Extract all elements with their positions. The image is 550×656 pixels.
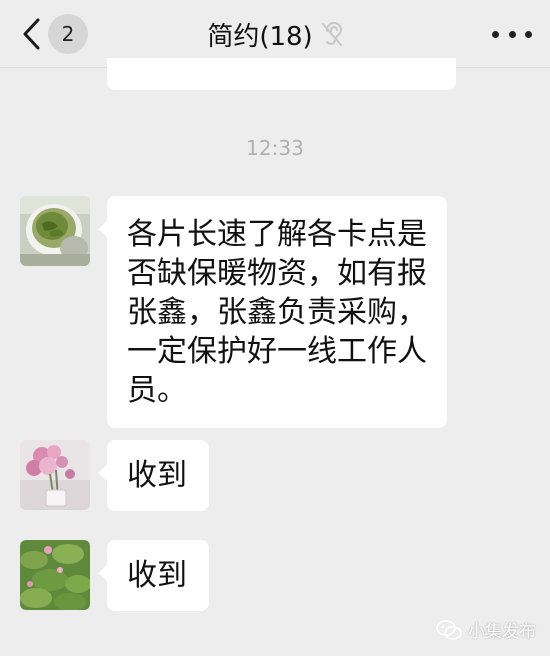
- chat-screen: 2 简约(18) 12:33 各片长速了解各卡点是否缺保暖物资，如有报张鑫，张鑫…: [0, 0, 550, 656]
- title-area: 简约(18): [0, 14, 550, 54]
- source-watermark: 小集发布: [436, 617, 536, 642]
- message-bubble[interactable]: 收到: [98, 440, 209, 511]
- ear-off-icon: [321, 21, 343, 47]
- green-tea-cup-avatar[interactable]: [20, 196, 90, 266]
- message-item: 收到: [20, 540, 209, 611]
- message-timestamp: 12:33: [246, 136, 304, 160]
- wechat-icon: [436, 619, 462, 641]
- more-options-button[interactable]: [492, 22, 532, 46]
- more-dot: [508, 30, 516, 38]
- lotus-pond-avatar[interactable]: [20, 540, 90, 610]
- message-bubble[interactable]: 各片长速了解各卡点是否缺保暖物资，如有报张鑫，张鑫负责采购，一定保护好一线工作人…: [98, 196, 447, 428]
- more-dot: [525, 30, 532, 38]
- pink-flowers-avatar[interactable]: [20, 440, 90, 510]
- message-text: 收到: [127, 558, 187, 593]
- message-text: 各片长速了解各卡点是否缺保暖物资，如有报张鑫，张鑫负责采购，一定保护好一线工作人…: [127, 217, 427, 408]
- chat-title: 简约(18): [207, 21, 313, 52]
- watermark-text: 小集发布: [468, 622, 536, 642]
- message-text: 收到: [127, 458, 187, 493]
- more-dot: [492, 30, 499, 38]
- message-item: 各片长速了解各卡点是否缺保暖物资，如有报张鑫，张鑫负责采购，一定保护好一线工作人…: [20, 196, 447, 428]
- message-item: 收到: [20, 440, 209, 511]
- message-bubble[interactable]: 收到: [98, 540, 209, 611]
- previous-message-bubble: [107, 58, 456, 90]
